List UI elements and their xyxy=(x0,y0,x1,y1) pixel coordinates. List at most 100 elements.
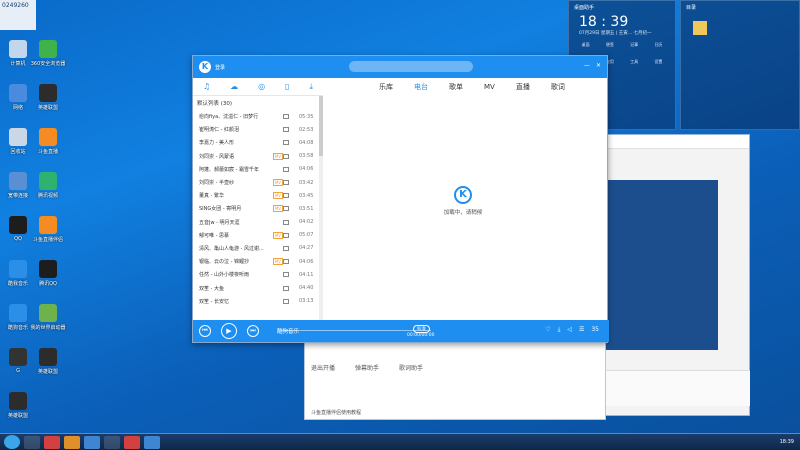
more-icon[interactable] xyxy=(283,285,289,291)
tab-歌单[interactable]: 歌单 xyxy=(449,82,463,92)
song-row[interactable]: 双笙 - 大鱼 04:40 xyxy=(193,281,319,294)
widget-item[interactable]: 日历 xyxy=(648,42,669,56)
desktop-icon-label: 英雄联盟 xyxy=(37,105,58,111)
tab-MV[interactable]: MV xyxy=(484,83,495,91)
taskbar-item[interactable] xyxy=(44,435,60,449)
phone-icon[interactable]: ▯ xyxy=(285,82,289,91)
quality-button[interactable]: 标准 xyxy=(413,325,430,333)
playlist-scrollbar[interactable] xyxy=(319,96,323,322)
desktop-icon[interactable]: 腾讯视频 xyxy=(30,172,66,199)
login-link[interactable]: 登录 xyxy=(215,64,225,71)
taskbar-item[interactable] xyxy=(104,435,120,449)
desktop-icon[interactable]: 斗鱼直播 xyxy=(30,128,66,155)
stream-action[interactable]: 歌词助手 xyxy=(399,363,423,372)
song-row[interactable]: 刘同崇 - 半壶纱 MV 03:42 xyxy=(193,176,319,189)
mv-badge[interactable]: MV xyxy=(272,179,283,187)
more-icon[interactable] xyxy=(283,140,289,146)
song-row[interactable]: 刘同崇 - 风蒙语 MV 03:58 xyxy=(193,150,319,163)
radio-icon[interactable]: ◎ xyxy=(258,82,265,91)
song-row[interactable]: 清风、亀山人龟游 - 风过谢... 04:27 xyxy=(193,242,319,255)
song-row[interactable]: 董真 - 繁华 MV 03:45 xyxy=(193,189,319,202)
song-row[interactable]: 愈向fiya、沈溢仁 - 旧梦行 05:35 xyxy=(193,110,319,123)
playlist-title[interactable]: 默认列表 (30) xyxy=(193,96,319,110)
taskbar-clock[interactable]: 18:39 xyxy=(780,439,794,445)
mv-badge[interactable]: MV xyxy=(272,192,283,200)
start-button[interactable] xyxy=(4,435,20,449)
app-icon xyxy=(9,260,27,278)
widget-item[interactable]: 设置 xyxy=(648,59,669,73)
tab-直播[interactable]: 直播 xyxy=(516,82,530,92)
song-row[interactable]: 李嘉力 - 美人形 04:08 xyxy=(193,136,319,149)
playlist-icon[interactable]: ☰ xyxy=(579,326,584,334)
widget-item[interactable]: 记事 xyxy=(624,42,645,56)
song-title: 刘同崇 - 半壶纱 xyxy=(199,180,234,187)
more-icon[interactable] xyxy=(283,166,289,172)
music-note-icon[interactable]: ♫ xyxy=(203,82,210,91)
song-row[interactable]: 阿蓬、郝蕾如宸 - 霜雪千年 04:06 xyxy=(193,163,319,176)
more-icon[interactable] xyxy=(283,272,289,278)
stream-tutorial-link[interactable]: 斗鱼直播伴侣使用教程 xyxy=(311,409,361,416)
song-row[interactable]: 郁可唯 - 思慕 MV 05:07 xyxy=(193,229,319,242)
app-icon xyxy=(39,172,57,190)
download-icon[interactable]: ⤓ xyxy=(558,326,561,334)
directory-panel[interactable]: 目录 xyxy=(680,0,800,130)
heart-icon[interactable]: ♡ xyxy=(545,326,550,334)
desktop-icon[interactable]: 360安全浏览器 xyxy=(30,40,66,67)
more-icon[interactable] xyxy=(283,259,289,265)
stream-actions: 退出开播 弹幕助手 歌词助手 xyxy=(305,339,605,372)
more-icon[interactable] xyxy=(283,219,289,225)
mv-badge[interactable]: MV xyxy=(272,231,283,239)
more-icon[interactable] xyxy=(283,114,289,120)
song-row[interactable]: 双笙 - 长安忆 03:13 xyxy=(193,295,319,308)
stream-action[interactable]: 弹幕助手 xyxy=(355,363,379,372)
song-row[interactable]: 崔明涛仁 - 红颜泪 02:53 xyxy=(193,123,319,136)
desktop-icon[interactable]: 斗鱼直播伴侣 xyxy=(30,216,66,243)
tab-电台[interactable]: 电台 xyxy=(414,82,428,92)
desktop-icon-label: 斗鱼直播 xyxy=(37,149,58,155)
tab-乐库[interactable]: 乐库 xyxy=(379,82,393,92)
taskbar-item[interactable] xyxy=(144,435,160,449)
more-icon[interactable] xyxy=(283,193,289,199)
desktop-icon[interactable]: 腾讯QQ xyxy=(30,260,66,287)
taskbar-item[interactable] xyxy=(64,435,80,449)
song-row[interactable]: 银临、云の泣 - 锦鲤抄 MV 04:06 xyxy=(193,255,319,268)
desktop-icon[interactable]: 英雄联盟 xyxy=(30,84,66,111)
music-player-window[interactable]: K 登录 — ✕ ♫ ☁ ◎ ▯ ⤓ 默认列表 (30) 愈向fiya、沈溢仁 … xyxy=(192,55,609,343)
song-duration: 04:02 xyxy=(299,219,314,226)
song-row[interactable]: 任然 - 山外小楼夜听雨 04:11 xyxy=(193,268,319,281)
volume-icon[interactable]: ◁ xyxy=(567,326,572,334)
song-row[interactable]: 五音Jw - 明月天涯 04:02 xyxy=(193,216,319,229)
download-icon[interactable]: ⤓ xyxy=(309,82,313,92)
more-icon[interactable] xyxy=(283,180,289,186)
desktop-icon[interactable]: 英雄联盟 xyxy=(0,392,36,419)
play-button[interactable]: ▶ xyxy=(221,323,237,339)
more-icon[interactable] xyxy=(283,127,289,133)
widget-item[interactable]: 工具 xyxy=(624,59,645,73)
cloud-icon[interactable]: ☁ xyxy=(230,82,238,91)
mv-badge[interactable]: MV xyxy=(272,258,283,266)
minimize-icon[interactable]: — xyxy=(584,62,590,69)
stream-action[interactable]: 退出开播 xyxy=(311,363,335,372)
tab-歌词[interactable]: 歌词 xyxy=(551,82,565,92)
mv-badge[interactable]: MV xyxy=(272,205,283,213)
next-icon[interactable]: ⏭ xyxy=(247,325,259,337)
widget-item[interactable]: 桌面 xyxy=(575,42,596,56)
taskbar-item[interactable] xyxy=(84,435,100,449)
mv-badge[interactable]: MV xyxy=(272,152,283,160)
widget-item[interactable]: 便签 xyxy=(599,42,620,56)
folder-icon[interactable] xyxy=(693,21,707,35)
desktop-icon[interactable]: 我的世界启动器 xyxy=(30,304,66,331)
search-input[interactable] xyxy=(349,61,473,72)
more-icon[interactable] xyxy=(283,245,289,251)
more-icon[interactable] xyxy=(283,232,289,238)
more-icon[interactable] xyxy=(283,206,289,212)
more-icon[interactable] xyxy=(283,153,289,159)
taskbar-item[interactable] xyxy=(124,435,140,449)
more-icon[interactable] xyxy=(283,298,289,304)
song-row[interactable]: SING女团 - 寄明月 MV 03:51 xyxy=(193,202,319,215)
close-icon[interactable]: ✕ xyxy=(596,62,601,69)
progress-bar[interactable] xyxy=(281,330,431,331)
desktop-icon[interactable]: 英雄联盟 xyxy=(30,348,66,375)
previous-icon[interactable]: ⏮ xyxy=(199,325,211,337)
taskbar-item[interactable] xyxy=(24,435,40,449)
